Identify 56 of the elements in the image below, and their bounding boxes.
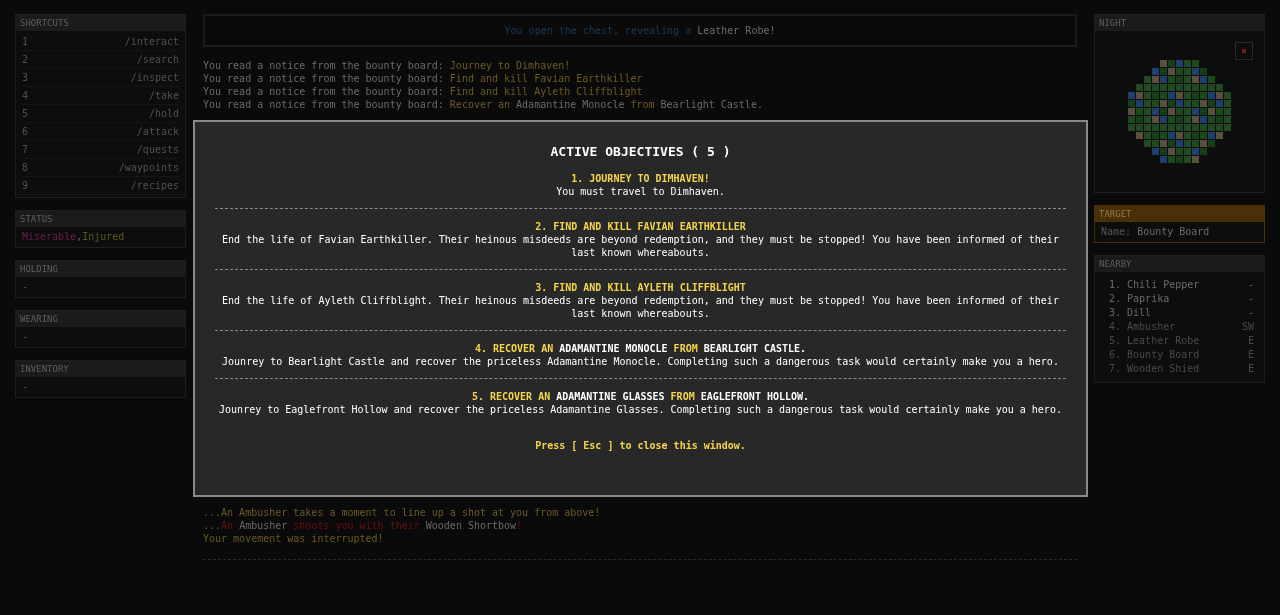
log-line: You read a notice from the bounty board: Recover an Adamantine Monocle from Bearlight Castle. — [203, 98, 764, 111]
map-toggle-button[interactable] — [1235, 42, 1253, 60]
shortcut-command[interactable]: /search — [136, 54, 179, 65]
log-line: ...An Ambusher shoots you with their Wooden Shortbow! — [203, 519, 524, 532]
shortcut-key: 8 — [22, 162, 29, 173]
shortcut-command[interactable]: /waypoints — [118, 162, 179, 173]
panel-title: NIGHT — [1095, 15, 1264, 31]
objective-description: End the life of Ayleth Cliffblight. Their heinous misdeeds are beyond redemption, and they must be stopped! You have been informed of their last known whereabouts. — [221, 294, 1060, 320]
target-name: Bounty Board — [1137, 226, 1210, 237]
nearby-item[interactable]: 3. Dill - — [1109, 306, 1254, 320]
log-line: You read a notice from the bounty board: Journey to Dimhaven! — [203, 59, 572, 72]
panel-title: WEARING — [16, 311, 185, 327]
shortcut-command[interactable]: /attack — [136, 126, 179, 137]
shortcut-command[interactable]: /inspect — [130, 72, 179, 83]
shortcut-command[interactable]: /recipes — [130, 180, 179, 191]
shortcut-key: 9 — [22, 180, 29, 191]
objective-title: 3. FIND AND KILL AYLETH CLIFFBLIGHT — [534, 282, 747, 294]
shortcut-key: 6 — [22, 126, 29, 137]
objective-description: You must travel to Dimhaven. — [555, 185, 726, 198]
shortcut-key: 5 — [22, 108, 29, 119]
nearby-item[interactable]: 2. Paprika - — [1109, 292, 1254, 306]
objective-title: 1. JOURNEY TO DIMHAVEN! — [570, 173, 711, 185]
objective-description: Jounrey to Bearlight Castle and recover the priceless Adamantine Monocle. Completing such a dangerous task would certainly make you a hero. — [221, 355, 1060, 368]
shortcut-command[interactable]: /quests — [136, 144, 179, 155]
panel-value: - — [22, 381, 29, 392]
objective-description: Jounrey to Eaglefront Hollow and recover the priceless Adamantine Glasses. Completing such a dangerous task would certainly make you a hero. — [218, 403, 1063, 416]
target-label: Name: — [1101, 226, 1132, 237]
notice-banner: You open the chest, revealing a Leather Robe! — [203, 14, 1077, 47]
shortcut-command[interactable]: /hold — [148, 108, 179, 119]
close-hint: Press [ Esc ] to close this window. — [534, 440, 747, 451]
shortcut-key: 2 — [22, 54, 29, 65]
panel-title: HOLDING — [16, 261, 185, 277]
shortcut-command[interactable]: /interact — [124, 36, 179, 47]
objective-title: 4. RECOVER AN ADAMANTINE MONOCLE FROM BEARLIGHT CASTLE. — [473, 343, 808, 355]
shortcut-key: 4 — [22, 90, 29, 101]
objective-description: End the life of Favian Earthkiller. Their heinous misdeeds are beyond redemption, and they must be stopped! You have been informed of their last known whereabouts. — [221, 233, 1060, 259]
shortcut-command[interactable]: /take — [148, 90, 179, 101]
objective-title: 5. RECOVER AN ADAMANTINE GLASSES FROM EAGLEFRONT HOLLOW. — [470, 391, 811, 403]
shortcut-key: 7 — [22, 144, 29, 155]
shortcut-key: 3 — [22, 72, 29, 83]
panel-value: - — [22, 281, 29, 292]
panel-title: STATUS — [16, 211, 185, 227]
nearby-item[interactable]: 1. Chili Pepper - — [1109, 278, 1254, 292]
panel-title: TARGET — [1095, 206, 1264, 222]
panel-title: SHORTCUTS — [16, 15, 185, 31]
panel-title: INVENTORY — [16, 361, 185, 377]
log-line: You read a notice from the bounty board: Find and kill Favian Earthkiller — [203, 72, 644, 85]
log-line: ...An Ambusher takes a moment to line up a shot at you from above! — [203, 506, 602, 519]
log-line: Your movement was interrupted! — [203, 532, 385, 545]
log-line: You read a notice from the bounty board: Find and kill Ayleth Cliffblight — [203, 85, 644, 98]
shortcut-key: 1 — [22, 36, 29, 47]
dialog-title: ACTIVE OBJECTIVES ( 5 ) — [549, 144, 732, 159]
status-text: Miserable,Injured — [22, 231, 125, 242]
panel-title: NEARBY — [1095, 256, 1264, 272]
objective-title: 2. FIND AND KILL FAVIAN EARTHKILLER — [534, 221, 747, 233]
panel-value: - — [22, 331, 29, 342]
